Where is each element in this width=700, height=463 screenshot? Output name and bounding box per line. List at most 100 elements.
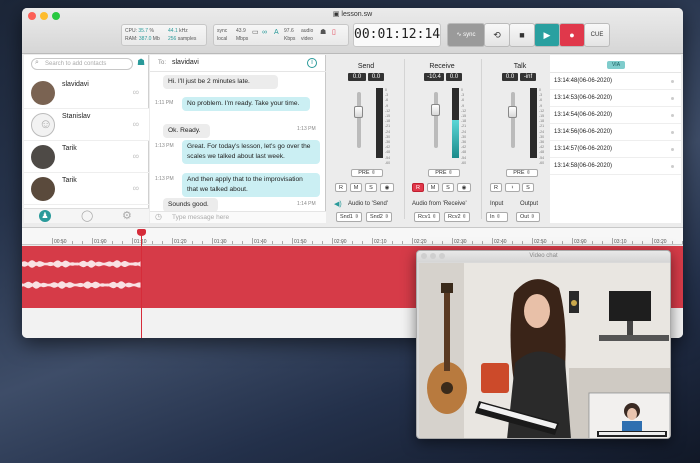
zoom-window-button[interactable] (439, 253, 445, 259)
contact-item[interactable]: Tarik ∞ (24, 173, 149, 205)
mute-button[interactable]: M (350, 183, 362, 192)
status-dot (671, 131, 674, 134)
avatar (31, 81, 55, 105)
video-chat-window[interactable]: Video chat (416, 250, 671, 439)
receive-dropdown-1[interactable]: Rcv1 ⇳ (414, 212, 440, 222)
clock-icon[interactable]: ◷ (155, 212, 162, 221)
input-dropdown[interactable]: In ⇳ (486, 212, 508, 222)
via-badge[interactable]: VIA (607, 61, 625, 69)
contact-item[interactable]: Tarik ∞ (24, 141, 149, 173)
eye-icon: ◉ (384, 185, 390, 191)
ruler-tick-line (132, 238, 133, 244)
output-dropdown[interactable]: Out ⇳ (516, 212, 540, 222)
cue-button[interactable]: CUE (584, 23, 610, 47)
link-icon[interactable]: ∞ (133, 151, 139, 161)
solo-button[interactable]: S (442, 183, 454, 192)
receive-dropdown-2[interactable]: Rcv2 ⇳ (444, 212, 470, 222)
record-button[interactable]: ● (559, 23, 585, 47)
receive-fader[interactable] (431, 92, 440, 148)
ruler-minor-tick (242, 241, 243, 244)
channel-label: Send (357, 63, 375, 70)
monitor-button[interactable]: ◉ (380, 183, 394, 192)
loop-button[interactable]: ⟲ (484, 23, 510, 47)
contact-item[interactable]: ☺ Stanislav ∞ (24, 109, 149, 141)
fader-knob[interactable] (431, 104, 440, 116)
ruler-tick-label: 01:00 (94, 239, 107, 245)
monitor-icon: ▭ (252, 29, 259, 36)
tab-contacts[interactable]: ♟ (39, 210, 51, 222)
playhead-handle[interactable] (137, 229, 146, 236)
cpu-ram-stats: CPU: 35.7 % RAM: 387.0 Mb 44.1 kHz 256 s… (121, 24, 207, 46)
ruler-tick-line (212, 238, 213, 244)
chat-message: Ok. Ready. (163, 124, 210, 138)
record-arm-button[interactable]: R (490, 183, 502, 192)
ruler-tick-line (372, 238, 373, 244)
ruler-minor-tick (72, 241, 73, 244)
contact-item[interactable]: slavidavi ∞ (24, 77, 149, 109)
solo-button[interactable]: S (365, 183, 377, 192)
ruler-minor-tick (442, 241, 443, 244)
ruler-minor-tick (112, 241, 113, 244)
add-contact-icon[interactable]: ☗ (137, 57, 145, 68)
stop-icon: ■ (519, 30, 525, 40)
monitor-button[interactable]: ◉ (457, 183, 471, 192)
link-icon[interactable]: ∞ (133, 119, 139, 129)
link-icon[interactable]: ∞ (133, 87, 139, 97)
ruler-tick-line (452, 238, 453, 244)
timecode-display[interactable]: 00:01:12:14 ⌄ (353, 23, 441, 62)
ruler-minor-tick (382, 241, 383, 244)
ruler-tick-label: 02:00 (334, 239, 347, 245)
playhead[interactable] (141, 229, 142, 338)
remote-video-feed (419, 263, 670, 438)
ruler-minor-tick (82, 241, 83, 244)
stop-button[interactable]: ■ (509, 23, 535, 47)
sync-button[interactable]: ∿ sync (447, 23, 485, 47)
minimize-window-button[interactable] (430, 253, 436, 259)
pre-toggle[interactable]: PRE ⇳ (351, 169, 383, 177)
log-entry[interactable]: 13:14:48(06-06-2020) (550, 73, 681, 90)
ruler-minor-tick (562, 241, 563, 244)
fader-knob[interactable] (354, 106, 363, 118)
ruler-tick-line (252, 238, 253, 244)
talk-fader[interactable] (508, 92, 517, 148)
ruler-minor-tick (322, 241, 323, 244)
close-window-button[interactable] (421, 253, 427, 259)
window-title: ▣ lesson.sw (332, 11, 373, 18)
send-dropdown-2[interactable]: Snd2 ⇳ (366, 212, 392, 222)
talkback-mic-button[interactable]: ♮ (505, 183, 520, 192)
log-entry[interactable]: 13:14:56(06-06-2020) (550, 124, 681, 141)
link-icon[interactable]: ∞ (133, 183, 139, 193)
play-button[interactable]: ▶ (534, 23, 560, 47)
log-entry[interactable]: 13:14:54(06-06-2020) (550, 107, 681, 124)
ruler-minor-tick (192, 241, 193, 244)
mute-button[interactable]: M (427, 183, 439, 192)
ruler-tick-label: 02:20 (414, 239, 427, 245)
pre-toggle[interactable]: PRE ⇳ (506, 169, 538, 177)
ruler-tick-line (412, 238, 413, 244)
fader-knob[interactable] (508, 106, 517, 118)
record-arm-button[interactable]: R (335, 183, 347, 192)
ruler-minor-tick (592, 241, 593, 244)
send-dropdown-1[interactable]: Snd1 ⇳ (336, 212, 362, 222)
ruler-minor-tick (682, 241, 683, 244)
record-arm-button[interactable]: R (412, 183, 424, 192)
tab-chat[interactable]: ◯ (81, 209, 93, 222)
gain-readout: -10.4 (424, 73, 444, 81)
chat-panel: To: slavidavi i Hi. I'll just be 2 minut… (150, 55, 326, 223)
ruler-minor-tick (392, 241, 393, 244)
ruler-tick-label: 01:40 (254, 239, 267, 245)
log-entry[interactable]: 13:14:58(06-06-2020) (550, 158, 681, 175)
pre-toggle[interactable]: PRE ⇳ (428, 169, 460, 177)
log-entry[interactable]: 13:14:53(06-06-2020) (550, 90, 681, 107)
timeline-ruler[interactable]: 00:5001:0001:1001:2001:3001:4001:5002:00… (22, 227, 683, 245)
search-input[interactable]: Search to add contacts (31, 58, 133, 70)
message-input[interactable]: Type message here (172, 214, 229, 221)
ruler-minor-tick (342, 241, 343, 244)
send-fader[interactable] (354, 92, 363, 148)
log-entry[interactable]: 13:14:57(06-06-2020) (550, 141, 681, 158)
gain-readout: 0.0 (348, 73, 366, 81)
solo-button[interactable]: S (522, 183, 534, 192)
info-icon[interactable]: i (307, 58, 317, 68)
ruler-minor-tick (222, 241, 223, 244)
tab-settings[interactable]: ⚙ (122, 209, 132, 222)
